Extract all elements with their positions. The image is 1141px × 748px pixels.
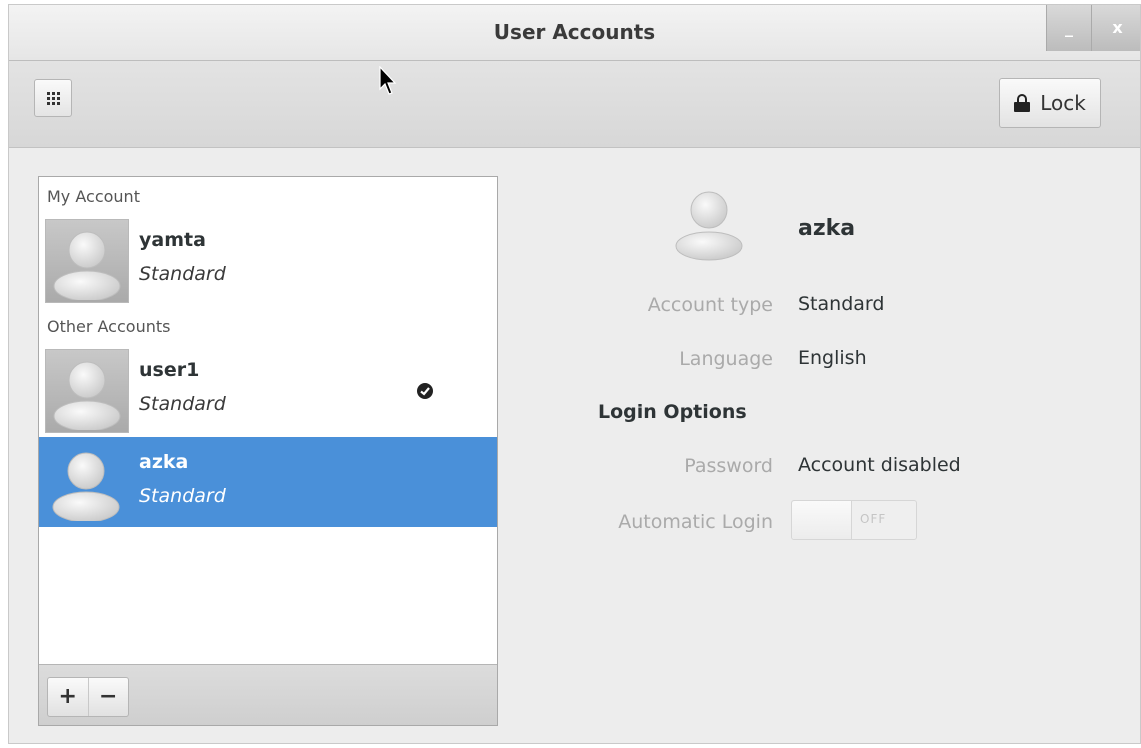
- user-row-yamta[interactable]: yamta Standard: [39, 215, 497, 305]
- header-bar: Lock: [9, 61, 1140, 148]
- password-label: Password: [684, 455, 773, 477]
- user-account-type: Standard: [139, 485, 226, 507]
- user-row-user1[interactable]: user1 Standard: [39, 345, 497, 435]
- user-name: yamta: [139, 229, 206, 251]
- add-user-button[interactable]: +: [48, 678, 88, 716]
- window-title: User Accounts: [493, 20, 656, 44]
- switch-state: OFF: [860, 512, 887, 526]
- user-account-type: Standard: [139, 393, 226, 415]
- account-type-label: Account type: [647, 294, 773, 316]
- detail-user-name[interactable]: azka: [798, 216, 855, 241]
- lock-icon: [1014, 94, 1031, 112]
- user-account-type: Standard: [139, 263, 226, 285]
- user-photo-button[interactable]: [674, 183, 744, 265]
- app-grid-icon: [47, 92, 60, 105]
- minimize-button[interactable]: _: [1046, 5, 1091, 51]
- automatic-login-label: Automatic Login: [618, 511, 773, 533]
- lock-label: Lock: [1040, 91, 1086, 115]
- avatar-icon: [45, 441, 129, 525]
- account-type-value[interactable]: Standard: [798, 293, 884, 315]
- title-bar[interactable]: User Accounts _ x: [9, 5, 1140, 61]
- user-accounts-window: User Accounts _ x Lock My Account yamta …: [8, 4, 1141, 744]
- automatic-login-switch[interactable]: OFF: [791, 500, 917, 540]
- my-account-heading: My Account: [47, 187, 140, 206]
- remove-user-button[interactable]: −: [87, 678, 129, 716]
- app-grid-button[interactable]: [34, 79, 72, 117]
- language-label: Language: [679, 348, 773, 370]
- language-value[interactable]: English: [798, 347, 867, 369]
- close-button[interactable]: x: [1091, 5, 1140, 51]
- logged-in-check-icon: [417, 383, 433, 399]
- user-name: user1: [139, 359, 200, 381]
- user-name: azka: [139, 451, 189, 473]
- add-remove-buttons: + −: [47, 677, 129, 717]
- list-toolbar: + −: [39, 664, 497, 725]
- avatar-icon: [45, 349, 129, 433]
- mouse-cursor-icon: [379, 66, 397, 95]
- other-accounts-heading: Other Accounts: [47, 317, 171, 336]
- login-options-heading: Login Options: [598, 401, 747, 423]
- user-list-panel: My Account yamta Standard Other Accounts: [38, 176, 498, 726]
- password-value[interactable]: Account disabled: [798, 454, 961, 476]
- avatar-icon: [45, 219, 129, 303]
- user-row-azka[interactable]: azka Standard: [39, 437, 497, 527]
- lock-button[interactable]: Lock: [999, 78, 1101, 128]
- switch-knob: [792, 501, 852, 539]
